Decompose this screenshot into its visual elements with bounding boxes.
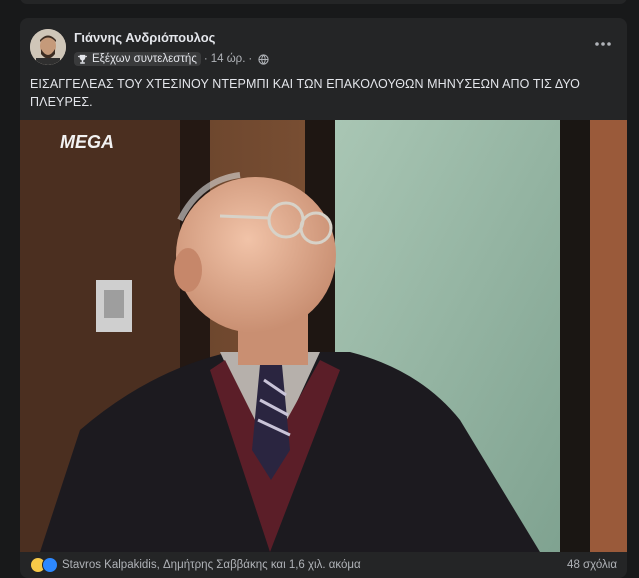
post-author-name[interactable]: Γιάννης Ανδριόπουλος: [74, 30, 215, 45]
reactions-bar[interactable]: Stavros Kalpakidis, Δημήτρης Σαββάκης κα…: [30, 557, 617, 573]
post-meta: Εξέχων συντελεστής · 14 ώρ. ·: [74, 50, 269, 68]
tv-watermark: MEGA: [60, 132, 114, 152]
top-contributor-badge[interactable]: Εξέχων συντελεστής: [74, 52, 201, 66]
tv-still-image: MEGA: [20, 120, 627, 552]
avatar-image: [30, 29, 66, 65]
more-options-button[interactable]: [593, 34, 613, 54]
post-card: Γιάννης Ανδριόπουλος Εξέχων συντελεστής …: [20, 18, 627, 578]
post-text: ΕΙΣΑΓΓΕΛΕΑΣ ΤΟΥ ΧΤΕΣΙΝΟΥ ΝΤΕΡΜΠΙ ΚΑΙ ΤΩΝ…: [30, 77, 580, 109]
reactions-summary[interactable]: Stavros Kalpakidis, Δημήτρης Σαββάκης κα…: [62, 559, 567, 571]
trophy-icon: [77, 54, 88, 64]
meta-separator: ·: [203, 53, 208, 65]
comments-count[interactable]: 48 σχόλια: [567, 559, 617, 571]
post-timestamp[interactable]: 14 ώρ.: [211, 53, 246, 65]
badge-label: Εξέχων συντελεστής: [92, 53, 197, 65]
like-reaction-icon: [42, 557, 58, 573]
more-options-icon: [595, 42, 611, 46]
post-media-image[interactable]: MEGA: [20, 120, 627, 552]
avatar[interactable]: [30, 29, 66, 65]
reaction-icons: [30, 557, 58, 573]
previous-post-card: [20, 0, 627, 4]
meta-separator: ·: [248, 53, 253, 65]
globe-icon: [258, 53, 269, 65]
